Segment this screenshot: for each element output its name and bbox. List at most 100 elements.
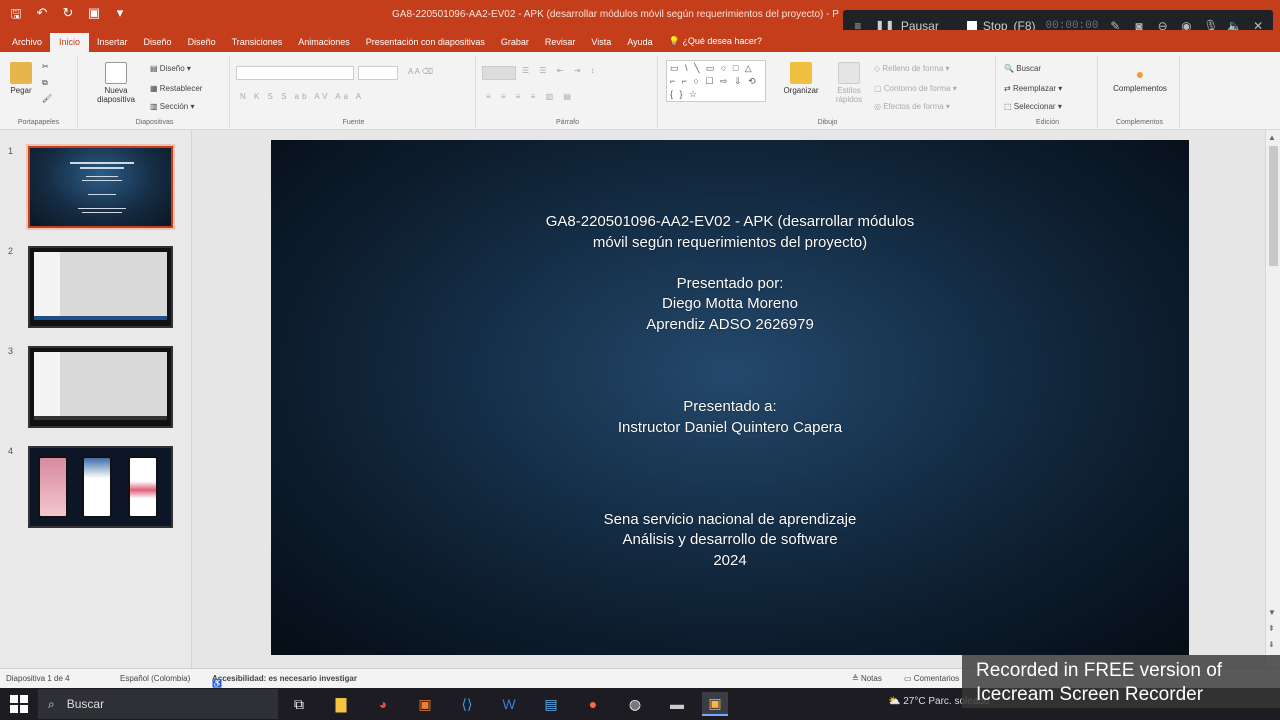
font-size-buttons[interactable]: A A ⌫ bbox=[408, 67, 433, 76]
new-slide-button[interactable]: Nueva diapositiva bbox=[84, 62, 148, 104]
layout-label: Diseño bbox=[159, 64, 185, 73]
quick-styles-label-2: rápidos bbox=[835, 95, 863, 104]
format-painter-icon[interactable]: 🖌 bbox=[42, 94, 52, 103]
addins-button[interactable]: ● Complementos bbox=[1104, 66, 1176, 93]
tell-me-box[interactable]: 💡 ¿Qué desea hacer? bbox=[661, 36, 770, 52]
find-button[interactable]: 🔍 Buscar bbox=[1004, 64, 1041, 73]
scroll-up-icon[interactable]: ▲ bbox=[1268, 133, 1276, 142]
list-buttons[interactable]: ☰ ☰ ⇤ ⇥ ↕ bbox=[522, 66, 599, 75]
spacing-select[interactable] bbox=[482, 66, 516, 80]
copy-icon[interactable]: ⧉ bbox=[42, 78, 48, 88]
program-name: Análisis y desarrollo de software bbox=[622, 531, 838, 548]
presented-to-label: Presentado a: bbox=[683, 398, 777, 415]
scrollbar-thumb[interactable] bbox=[1269, 146, 1278, 266]
powerpoint-icon[interactable]: ● bbox=[580, 692, 606, 716]
font-family-select[interactable] bbox=[236, 66, 354, 80]
icecream-recorder-icon[interactable]: ▣ bbox=[702, 692, 728, 716]
accessibility-label: Accesibilidad: es necesario investigar bbox=[212, 674, 357, 683]
taskbar-search-label: Buscar bbox=[66, 697, 105, 711]
tab-review[interactable]: Revisar bbox=[537, 37, 584, 52]
arrange-icon bbox=[790, 62, 812, 84]
tab-slideshow[interactable]: Presentación con diapositivas bbox=[358, 37, 493, 52]
notes-button[interactable]: ≜ Notas bbox=[852, 674, 882, 683]
word-icon[interactable]: W bbox=[496, 692, 522, 716]
search-icon: ⌕ bbox=[48, 696, 55, 711]
replace-button[interactable]: ⇄ Reemplazar ▾ bbox=[1004, 84, 1062, 93]
font-group-label: Fuente bbox=[342, 119, 365, 126]
task-view-icon[interactable]: ⧉ bbox=[286, 692, 312, 716]
font-size-select[interactable] bbox=[358, 66, 398, 80]
select-button[interactable]: ⬚ Seleccionar ▾ bbox=[1004, 102, 1062, 111]
comments-button[interactable]: ▭ Comentarios bbox=[904, 674, 959, 683]
thumb-text-line bbox=[78, 208, 126, 209]
slide-thumbnail-1[interactable] bbox=[26, 144, 175, 230]
editing-group-label: Edición bbox=[1036, 119, 1059, 126]
new-slide-icon bbox=[105, 62, 127, 84]
quick-styles-button[interactable]: Estilos rápidos bbox=[828, 62, 870, 104]
addins-group: ● Complementos Complementos bbox=[1100, 56, 1180, 128]
slide-thumbnail-3[interactable] bbox=[28, 346, 173, 428]
reset-button[interactable]: ▦ Restablecer bbox=[150, 84, 202, 93]
save-icon[interactable]: 🖫 bbox=[8, 5, 24, 27]
thumb-number: 1 bbox=[8, 146, 14, 156]
shape-fill-button[interactable]: ◇ Relleno de forma ▾ bbox=[874, 64, 950, 73]
accessibility-icon: ♿ bbox=[212, 679, 222, 688]
prev-slide-icon[interactable]: ⇞ bbox=[1268, 624, 1275, 633]
tab-design[interactable]: Diseño bbox=[180, 37, 224, 52]
tab-animations[interactable]: Animaciones bbox=[290, 37, 358, 52]
slide-thumbnail-2[interactable] bbox=[28, 246, 173, 328]
thumb-text-line bbox=[70, 162, 134, 164]
thumb-screenshot-sidebar bbox=[34, 252, 60, 316]
start-slideshow-icon[interactable]: ▣ bbox=[86, 5, 102, 27]
customize-qat-icon[interactable]: ▾ bbox=[112, 5, 128, 27]
calculator-icon[interactable]: ▤ bbox=[538, 692, 564, 716]
app-icon-2[interactable]: ▬ bbox=[664, 692, 690, 716]
shape-outline-button[interactable]: ▢ Contorno de forma ▾ bbox=[874, 84, 957, 93]
next-slide-icon[interactable]: ⇟ bbox=[1268, 640, 1275, 649]
tab-file[interactable]: Archivo bbox=[4, 37, 50, 52]
weather-icon: ⛅ bbox=[888, 696, 904, 707]
undo-icon[interactable]: ↶ bbox=[34, 5, 50, 27]
arrange-button[interactable]: Organizar bbox=[778, 62, 824, 95]
tab-view[interactable]: Vista bbox=[583, 37, 619, 52]
tab-insert[interactable]: Insertar bbox=[89, 37, 136, 52]
slide-title-line-2: móvil según requerimientos del proyecto) bbox=[592, 234, 868, 251]
thumb-text-line bbox=[86, 176, 118, 177]
tab-home[interactable]: Inicio bbox=[50, 33, 90, 52]
quick-styles-icon bbox=[838, 62, 860, 84]
sublime-icon[interactable]: ▣ bbox=[412, 692, 438, 716]
language-indicator[interactable]: Español (Colombia) bbox=[120, 674, 190, 683]
vertical-scrollbar[interactable]: ▲ ▼ ⇞ ⇟ bbox=[1265, 130, 1280, 668]
tab-draw[interactable]: Diseño bbox=[136, 37, 180, 52]
select-label: Seleccionar bbox=[1013, 102, 1056, 111]
accessibility-status[interactable]: ♿ Accesibilidad: es necesario investigar bbox=[212, 674, 357, 688]
tab-transitions[interactable]: Transiciones bbox=[224, 37, 291, 52]
windows-start-icon[interactable] bbox=[10, 695, 28, 713]
chrome-icon[interactable]: ◕ bbox=[370, 692, 396, 716]
shape-effects-button[interactable]: ◎ Efectos de forma ▾ bbox=[874, 102, 950, 111]
font-format-buttons[interactable]: N K S S ab AV Aa A bbox=[240, 92, 364, 101]
shapes-gallery[interactable]: ▭ \ ╲ ▭ ○ □ △ ⌐ ⌐ ○ ☐ ⇨ ⇩ ⟲ { } ☆ bbox=[666, 60, 766, 102]
align-buttons[interactable]: ≡ ≡ ≡ ≡ ▥ ▤ bbox=[486, 92, 575, 101]
watermark-line-1: Recorded in FREE version of bbox=[976, 660, 1223, 681]
tab-record[interactable]: Grabar bbox=[493, 37, 537, 52]
layout-button[interactable]: ▤ Diseño ▾ bbox=[150, 64, 191, 73]
tab-help[interactable]: Ayuda bbox=[619, 37, 660, 52]
shape-outline-label: Contorno de forma bbox=[883, 84, 951, 93]
notes-label: Notas bbox=[860, 674, 882, 683]
section-button[interactable]: ▥ Sección ▾ bbox=[150, 102, 195, 111]
file-explorer-icon[interactable]: ▇ bbox=[328, 692, 354, 716]
scroll-down-icon[interactable]: ▼ bbox=[1268, 608, 1276, 617]
app-icon[interactable]: ◍ bbox=[622, 692, 648, 716]
taskbar-search[interactable]: ⌕ Buscar bbox=[38, 689, 278, 719]
addins-group-label: Complementos bbox=[1115, 119, 1164, 126]
cut-icon[interactable]: ✂ bbox=[42, 62, 49, 71]
vscode-icon[interactable]: ⟨⟩ bbox=[454, 692, 480, 716]
redo-icon[interactable]: ↻ bbox=[60, 5, 76, 27]
slide-thumbnail-4[interactable] bbox=[28, 446, 173, 528]
thumb-text-line bbox=[82, 180, 122, 181]
institution-name: Sena servicio nacional de aprendizaje bbox=[603, 511, 857, 528]
current-slide[interactable]: GA8-220501096-AA2-EV02 - APK (desarrolla… bbox=[271, 140, 1189, 655]
ribbon: Pegar ✂ ⧉ 🖌 Portapapeles Nueva diapositi… bbox=[0, 52, 1280, 130]
paste-button[interactable]: Pegar bbox=[6, 62, 36, 95]
